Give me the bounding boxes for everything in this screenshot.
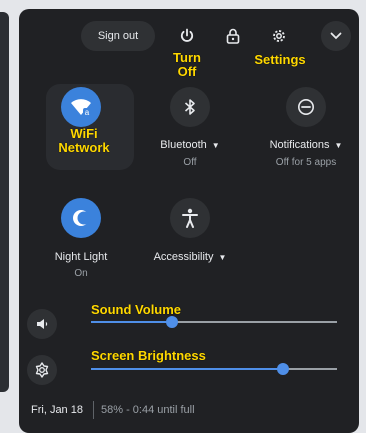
mute-button[interactable] xyxy=(27,309,57,339)
date-label[interactable]: Fri, Jan 18 xyxy=(31,404,83,416)
battery-status[interactable]: 58% - 0:44 until full xyxy=(101,404,195,416)
footer-divider xyxy=(93,401,94,419)
caret-down-icon: ▼ xyxy=(211,140,220,150)
bluetooth-label: Bluetooth xyxy=(160,139,207,151)
notifications-label-wrap[interactable]: Notifications ▼ xyxy=(259,139,353,151)
wifi-toggle[interactable]: a xyxy=(61,87,101,127)
brightness-slider-fill xyxy=(91,368,283,370)
brightness-slider-thumb[interactable] xyxy=(277,363,289,375)
callout-screen-brightness: Screen Brightness xyxy=(91,348,206,363)
svg-text:a: a xyxy=(85,108,90,117)
bluetooth-label-wrap[interactable]: Bluetooth ▼ xyxy=(145,139,235,151)
sign-out-button[interactable]: Sign out xyxy=(81,21,155,51)
accessibility-label-wrap[interactable]: Accessibility ▼ xyxy=(145,251,235,263)
night-light-status: On xyxy=(74,268,88,279)
notifications-status: Off for 5 apps xyxy=(275,157,337,168)
quick-settings-panel: Sign out Turn Off Settings a WiFi Networ… xyxy=(19,9,359,433)
lock-icon xyxy=(226,28,240,44)
bluetooth-icon xyxy=(184,99,195,115)
notifications-icon xyxy=(298,99,314,115)
notifications-label: Notifications xyxy=(269,139,330,151)
accessibility-label: Accessibility xyxy=(153,251,214,263)
background-window-edge xyxy=(0,12,9,392)
callout-wifi-network: WiFi Network xyxy=(58,126,110,155)
chevron-down-icon xyxy=(330,32,342,40)
night-light-icon xyxy=(73,210,91,226)
accessibility-icon xyxy=(182,208,198,228)
caret-down-icon: ▼ xyxy=(334,140,343,150)
volume-slider-thumb[interactable] xyxy=(166,316,178,328)
bluetooth-status: Off xyxy=(183,157,197,168)
notifications-toggle[interactable] xyxy=(286,87,326,127)
lock-button[interactable] xyxy=(218,21,248,51)
callout-sound-volume: Sound Volume xyxy=(91,302,182,317)
callout-turn-off: Turn Off xyxy=(173,50,201,79)
brightness-icon xyxy=(35,362,49,378)
settings-button[interactable] xyxy=(264,21,294,51)
speaker-icon xyxy=(37,319,48,329)
wifi-icon: a xyxy=(71,99,91,117)
callout-settings: Settings xyxy=(254,52,306,67)
power-icon xyxy=(180,28,194,42)
brightness-button[interactable] xyxy=(27,355,57,385)
night-light-toggle[interactable] xyxy=(61,198,101,238)
caret-down-icon: ▼ xyxy=(218,252,227,262)
gear-icon xyxy=(273,30,285,42)
power-button[interactable] xyxy=(172,21,202,51)
bluetooth-toggle[interactable] xyxy=(170,87,210,127)
accessibility-toggle[interactable] xyxy=(170,198,210,238)
night-light-label[interactable]: Night Light xyxy=(41,251,121,263)
volume-slider-fill xyxy=(91,321,172,323)
collapse-button[interactable] xyxy=(321,21,351,51)
